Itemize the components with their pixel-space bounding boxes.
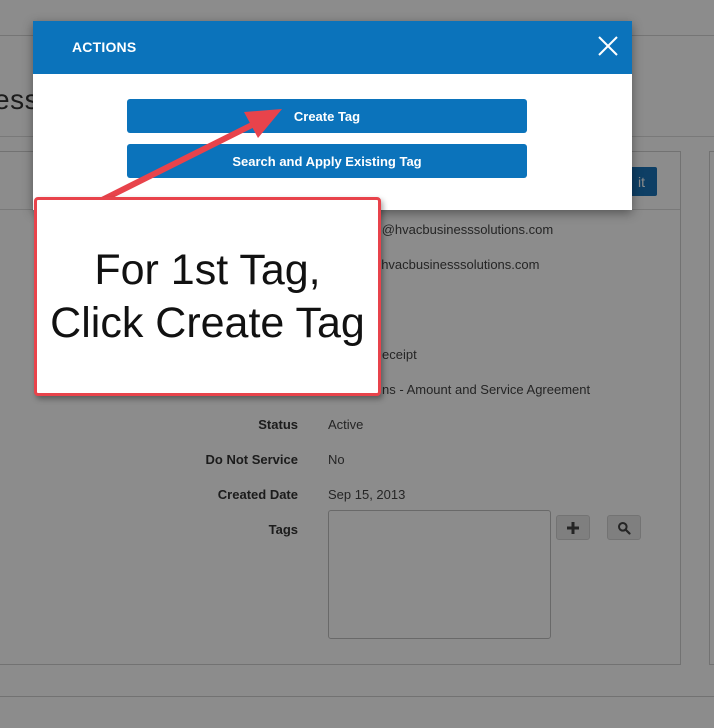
annotation-callout: For 1st Tag, Click Create Tag (34, 197, 381, 396)
modal-header: ACTIONS (33, 21, 632, 74)
create-tag-button[interactable]: Create Tag (127, 99, 527, 133)
modal-title: ACTIONS (72, 39, 137, 55)
callout-text: For 1st Tag, Click Create Tag (50, 245, 365, 347)
close-button[interactable] (595, 33, 621, 59)
search-apply-existing-tag-button[interactable]: Search and Apply Existing Tag (127, 144, 527, 178)
actions-modal: ACTIONS Create Tag Search and Apply Exis… (33, 21, 632, 210)
close-x-icon (598, 36, 618, 56)
